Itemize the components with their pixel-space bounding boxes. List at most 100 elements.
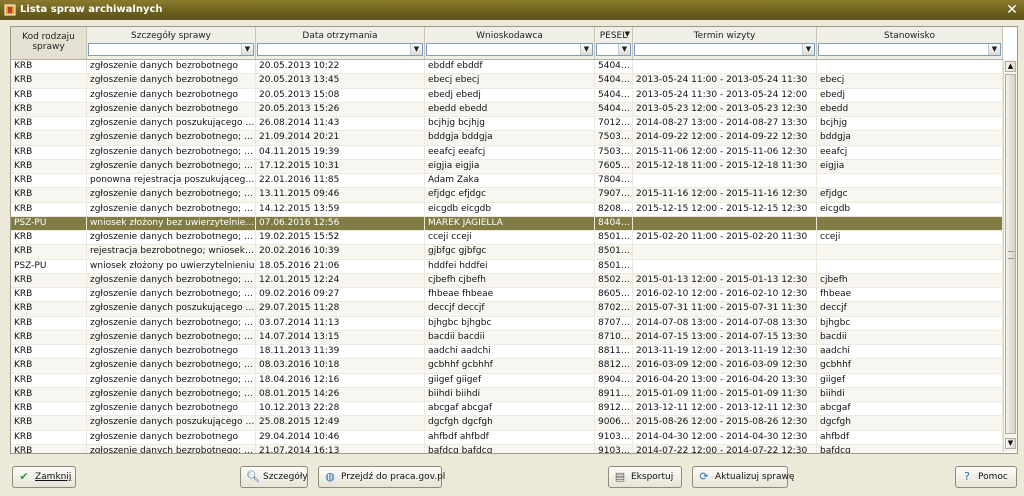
table-row[interactable]: KRBzgłoszenie danych bezrobotnego; wnios… — [11, 231, 1003, 246]
table-row[interactable]: KRB zgłoszenie danych bezrobotnego 20.05.2… — [11, 60, 1003, 75]
filter-stanowisko[interactable]: ▼ — [818, 43, 1001, 56]
column-header-wnioskodawca[interactable]: Wnioskodawca ▼ — [425, 27, 595, 59]
cell-kod: KRB — [11, 74, 87, 88]
table-row[interactable]: KRBzgłoszenie danych bezrobotnego; wnios… — [11, 145, 1003, 160]
column-header-szczegoly[interactable]: Szczegóły sprawy ▼ — [87, 27, 256, 59]
cell-data: 21.09.2014 20:21 — [256, 131, 425, 145]
table-row[interactable]: KRBzgłoszenie danych bezrobotnego; wnios… — [11, 444, 1003, 453]
cell-termin: 2013-05-24 11:30 - 2013-05-24 12:00 — [633, 88, 817, 102]
table-row[interactable]: PSZ-PU wniosek złożony bez uwierzytelnien… — [11, 216, 1003, 231]
cell-kod: KRB — [11, 174, 87, 187]
table-row[interactable]: KRBzgłoszenie danych bezrobotnego; wnios… — [11, 159, 1003, 174]
column-label-stanowisko: Stanowisko — [884, 31, 935, 41]
scroll-up-icon[interactable]: ▲ — [1005, 61, 1016, 72]
table-row[interactable]: KRBzgłoszenie danych poszukującego pracy… — [11, 117, 1003, 132]
cell-kod: KRB — [11, 231, 87, 244]
column-header-data[interactable]: Data otrzymania ▼ — [256, 27, 425, 59]
cell-wnioskodawca: bddgja bddgja — [425, 131, 595, 145]
column-header-termin[interactable]: Termin wizyty ▼ — [633, 27, 817, 59]
cell-kod: KRB — [11, 131, 87, 145]
cell-termin — [633, 245, 817, 259]
table-row[interactable]: PSZ-PU wniosek złożony po uwierzytelnieni… — [11, 259, 1003, 274]
cell-stanowisko: biihdi — [817, 387, 1003, 401]
filter-data[interactable]: ▼ — [257, 43, 423, 56]
cell-kod: KRB — [11, 330, 87, 344]
scroll-down-icon[interactable]: ▼ — [1005, 438, 1016, 449]
cell-data: 17.12.2015 10:31 — [256, 159, 425, 173]
table-row[interactable]: KRBzgłoszenie danych bezrobotnego; wnios… — [11, 359, 1003, 374]
cell-szczegoly: zgłoszenie danych poszukującego pracy; .… — [87, 302, 256, 316]
chevron-down-icon[interactable]: ▼ — [241, 44, 253, 55]
cell-kod: KRB — [11, 60, 87, 73]
chevron-down-icon[interactable]: ▼ — [618, 44, 630, 55]
chevron-down-icon[interactable]: ▼ — [410, 44, 422, 55]
close-icon[interactable]: ✕ — [1004, 2, 1020, 18]
cell-pesel: 75031... — [595, 145, 633, 159]
table-row[interactable]: KRB zgłoszenie danych bezrobotnego 20.05.2… — [11, 88, 1003, 103]
scroll-thumb[interactable] — [1005, 74, 1016, 434]
cell-wnioskodawca: cceji cceji — [425, 231, 595, 244]
cell-stanowisko: ebecj — [817, 74, 1003, 88]
table-row[interactable]: KRBzgłoszenie danych bezrobotnego; wnios… — [11, 330, 1003, 345]
cell-pesel: 85022... — [595, 273, 633, 287]
export-button[interactable]: ▤ Eksportuj — [608, 466, 682, 488]
table-row[interactable]: KRB zgłoszenie danych bezrobotnego 18.11.2… — [11, 345, 1003, 360]
cell-pesel: 91031... — [595, 444, 633, 453]
close-button[interactable]: ✔ Zamknij — [12, 466, 76, 488]
cell-szczegoly: zgłoszenie danych bezrobotnego; wniosek.… — [87, 145, 256, 159]
filter-pesel[interactable]: ▼ — [596, 43, 631, 56]
help-button[interactable]: ? Pomoc — [955, 466, 1017, 488]
cell-data: 18.11.2013 11:39 — [256, 345, 425, 358]
cell-data: 18.05.2016 21:06 — [256, 259, 425, 273]
table-row[interactable]: KRBrejestracja bezrobotnego; wniosek zło… — [11, 245, 1003, 260]
table-row[interactable]: KRB zgłoszenie danych bezrobotnego 20.05.2… — [11, 74, 1003, 89]
column-header-kod[interactable]: Kod rodzaju sprawy — [11, 27, 87, 59]
cell-pesel: 70120... — [595, 117, 633, 130]
cell-termin: 2015-12-15 12:00 - 2015-12-15 12:30 — [633, 202, 817, 216]
cell-data: 20.02.2016 10:39 — [256, 245, 425, 259]
table-row[interactable]: KRBzgłoszenie danych bezrobotnego; wnios… — [11, 131, 1003, 146]
table-row[interactable]: KRBzgłoszenie danych bezrobotnego; wnios… — [11, 373, 1003, 388]
update-case-button[interactable]: ⟳ Aktualizuj sprawę — [692, 466, 794, 488]
table-row[interactable]: KRBponowna rejestracja poszukującego pra… — [11, 174, 1003, 189]
cell-wnioskodawca: deccjf deccjf — [425, 302, 595, 316]
vertical-scrollbar[interactable]: ▲ ▼ — [1003, 60, 1017, 452]
table-row[interactable]: KRBzgłoszenie danych bezrobotnego; wnios… — [11, 273, 1003, 288]
table-row[interactable]: KRBzgłoszenie danych bezrobotnego; wnios… — [11, 188, 1003, 203]
chevron-down-icon[interactable]: ▼ — [802, 44, 814, 55]
table-row[interactable]: KRBzgłoszenie danych bezrobotnego; wnios… — [11, 316, 1003, 331]
cell-data: 20.05.2013 15:26 — [256, 102, 425, 116]
chevron-down-icon[interactable]: ▼ — [988, 44, 1000, 55]
table-row[interactable]: KRBzgłoszenie danych bezrobotnego; wnios… — [11, 202, 1003, 217]
cell-pesel: 54041... — [595, 102, 633, 116]
cell-termin — [633, 174, 817, 187]
cell-stanowisko: fhbeae — [817, 288, 1003, 301]
column-header-stanowisko[interactable]: Stanowisko ▼ — [817, 27, 1003, 59]
table-row[interactable]: KRBzgłoszenie danych poszukującego pracy… — [11, 416, 1003, 431]
column-label-szczegoly: Szczegóły sprawy — [131, 31, 211, 41]
cell-termin — [633, 216, 817, 230]
cell-wnioskodawca: bjhgbc bjhgbc — [425, 316, 595, 330]
table-row[interactable]: KRB zgłoszenie danych bezrobotnego 20.05.2… — [11, 102, 1003, 117]
cell-pesel: 91031... — [595, 430, 633, 444]
chevron-down-icon[interactable]: ▼ — [580, 44, 592, 55]
go-to-praca-button[interactable]: ◍ Przejdź do praca.gov.pl — [318, 466, 445, 488]
details-button[interactable]: 🔍︎ Szczegóły — [240, 466, 308, 488]
filter-termin[interactable]: ▼ — [634, 43, 815, 56]
cell-kod: KRB — [11, 402, 87, 415]
column-header-pesel[interactable]: PESEL ▼ ▼ — [595, 27, 633, 59]
table-row[interactable]: KRB zgłoszenie danych bezrobotnego 10.12.2… — [11, 402, 1003, 417]
cell-pesel: 78042... — [595, 174, 633, 187]
filter-wnioskodawca[interactable]: ▼ — [426, 43, 593, 56]
cell-pesel: 75031... — [595, 131, 633, 145]
filter-szczegoly[interactable]: ▼ — [88, 43, 254, 56]
cell-data: 08.03.2016 10:18 — [256, 359, 425, 373]
table-row[interactable]: KRBzgłoszenie danych bezrobotnego; wnios… — [11, 387, 1003, 402]
cell-szczegoly: zgłoszenie danych bezrobotnego; wniosek.… — [87, 188, 256, 202]
cell-stanowisko: aadchi — [817, 345, 1003, 358]
table-row[interactable]: KRBzgłoszenie danych poszukującego pracy… — [11, 302, 1003, 317]
cell-szczegoly: zgłoszenie danych bezrobotnego; wniosek.… — [87, 359, 256, 373]
table-row[interactable]: KRBzgłoszenie danych bezrobotnego; wnios… — [11, 288, 1003, 303]
table-row[interactable]: KRB zgłoszenie danych bezrobotnego 29.04.2… — [11, 430, 1003, 445]
cell-data: 18.04.2016 12:16 — [256, 373, 425, 387]
